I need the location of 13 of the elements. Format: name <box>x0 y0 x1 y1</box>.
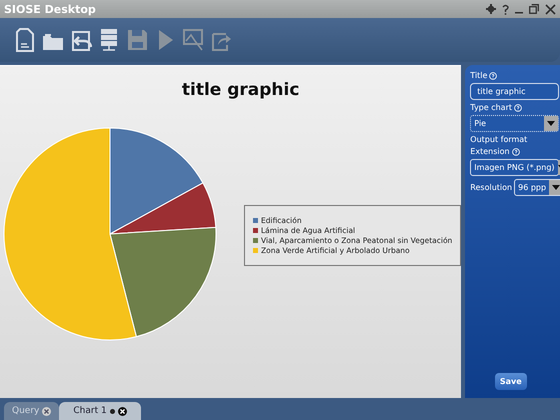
save-button[interactable]: Save <box>494 373 527 390</box>
field-label: Type chart <box>470 103 512 112</box>
extension-dropdown[interactable]: Imagen PNG (*.png) <box>470 159 560 176</box>
chart-title: title graphic <box>180 80 300 100</box>
resolution-dropdown[interactable]: 96 ppp <box>514 179 560 196</box>
field-label: Extension <box>470 147 510 156</box>
field-label: Title <box>470 71 488 80</box>
section-label: Output format <box>470 135 528 144</box>
window-title: SIOSE Desktop <box>4 2 97 16</box>
document-tab[interactable]: Chart 1 <box>59 402 141 420</box>
title-input[interactable]: title graphic <box>470 83 560 100</box>
field-label: Resolution <box>470 183 512 192</box>
chart-type-dropdown[interactable]: Pie <box>470 115 560 132</box>
